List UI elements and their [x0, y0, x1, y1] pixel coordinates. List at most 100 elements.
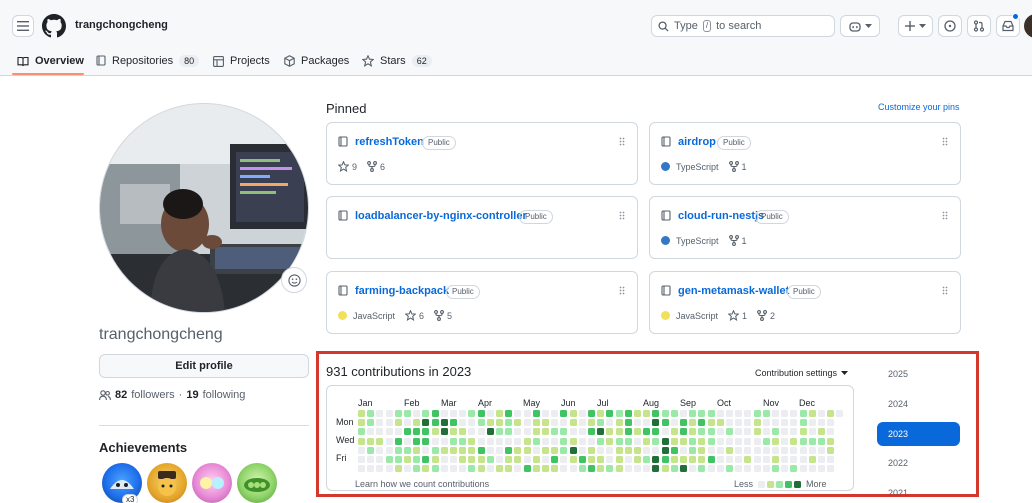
- contribution-day[interactable]: [588, 419, 595, 427]
- contribution-day[interactable]: [808, 410, 816, 417]
- contribution-day[interactable]: [569, 446, 577, 454]
- contribution-day[interactable]: [376, 437, 384, 445]
- contribution-day[interactable]: [698, 410, 706, 417]
- menu-icon[interactable]: [12, 15, 34, 37]
- contribution-day[interactable]: [560, 465, 568, 473]
- contribution-day[interactable]: [818, 428, 825, 436]
- repo-forks[interactable]: 2: [757, 310, 775, 321]
- contribution-day[interactable]: [716, 456, 724, 463]
- contribution-day[interactable]: [588, 446, 595, 454]
- contribution-day[interactable]: [689, 437, 697, 445]
- contribution-day[interactable]: [818, 446, 825, 454]
- contribution-day[interactable]: [670, 428, 678, 436]
- contribution-day[interactable]: [468, 419, 476, 427]
- contribution-day[interactable]: [440, 428, 448, 436]
- contribution-day[interactable]: [716, 446, 724, 454]
- contribution-day[interactable]: [634, 410, 641, 417]
- contribution-day[interactable]: [827, 456, 835, 463]
- contribution-day[interactable]: [551, 456, 559, 463]
- contribution-day[interactable]: [394, 428, 402, 436]
- contribution-day[interactable]: [744, 465, 752, 473]
- contribution-day[interactable]: [661, 428, 669, 436]
- contribution-day[interactable]: [606, 437, 614, 445]
- contribution-day[interactable]: [404, 456, 411, 463]
- contribution-day[interactable]: [762, 437, 770, 445]
- contribution-day[interactable]: [827, 437, 835, 445]
- contribution-day[interactable]: [624, 456, 632, 463]
- contribution-day[interactable]: [808, 419, 816, 427]
- edit-profile-button[interactable]: Edit profile: [99, 354, 309, 378]
- contribution-day[interactable]: [790, 437, 798, 445]
- contribution-day[interactable]: [450, 428, 457, 436]
- contribution-day[interactable]: [772, 410, 779, 417]
- contribution-day[interactable]: [634, 419, 641, 427]
- repo-name-link[interactable]: cloud-run-nestjs: [678, 210, 764, 222]
- contribution-day[interactable]: [588, 437, 595, 445]
- contribution-day[interactable]: [707, 446, 715, 454]
- contribution-day[interactable]: [744, 446, 752, 454]
- contribution-day[interactable]: [505, 437, 513, 445]
- profile-photo[interactable]: [99, 103, 309, 313]
- contribution-day[interactable]: [459, 456, 467, 463]
- drag-handle-icon[interactable]: [942, 211, 948, 220]
- contribution-day[interactable]: [790, 446, 798, 454]
- contribution-day[interactable]: [836, 410, 844, 417]
- contribution-day[interactable]: [827, 428, 835, 436]
- contribution-day[interactable]: [404, 410, 411, 417]
- repo-forks[interactable]: 1: [728, 161, 747, 172]
- year-2023[interactable]: 2023: [877, 422, 960, 446]
- contribution-day[interactable]: [670, 419, 678, 427]
- contribution-day[interactable]: [670, 465, 678, 473]
- contribution-day[interactable]: [716, 465, 724, 473]
- contribution-day[interactable]: [514, 446, 522, 454]
- contribution-day[interactable]: [358, 419, 365, 427]
- contribution-day[interactable]: [762, 410, 770, 417]
- contribution-day[interactable]: [799, 446, 807, 454]
- contribution-day[interactable]: [514, 437, 522, 445]
- tab-overview[interactable]: Overview: [17, 54, 84, 68]
- contribution-day[interactable]: [542, 465, 549, 473]
- tab-stars[interactable]: Stars 62: [362, 54, 432, 68]
- contribution-day[interactable]: [450, 437, 457, 445]
- contribution-day[interactable]: [652, 465, 660, 473]
- contribution-day[interactable]: [422, 437, 430, 445]
- contribution-day[interactable]: [450, 446, 457, 454]
- contribution-day[interactable]: [394, 456, 402, 463]
- contribution-day[interactable]: [615, 437, 623, 445]
- contribution-day[interactable]: [772, 428, 779, 436]
- contribution-day[interactable]: [404, 437, 411, 445]
- contribution-day[interactable]: [477, 419, 485, 427]
- contribution-day[interactable]: [440, 410, 448, 417]
- contribution-day[interactable]: [496, 410, 503, 417]
- contribution-day[interactable]: [450, 465, 457, 473]
- contribution-day[interactable]: [486, 446, 494, 454]
- contribution-day[interactable]: [680, 428, 687, 436]
- contribution-day[interactable]: [440, 419, 448, 427]
- contribution-day[interactable]: [753, 419, 761, 427]
- tab-repositories[interactable]: Repositories 80: [96, 54, 200, 68]
- contribution-day[interactable]: [772, 456, 779, 463]
- contribution-day[interactable]: [486, 428, 494, 436]
- contribution-day[interactable]: [790, 410, 798, 417]
- contribution-day[interactable]: [385, 428, 393, 436]
- contribution-day[interactable]: [597, 465, 605, 473]
- contribution-day[interactable]: [698, 419, 706, 427]
- contribution-day[interactable]: [762, 446, 770, 454]
- contribution-day[interactable]: [790, 419, 798, 427]
- contribution-day[interactable]: [496, 419, 503, 427]
- contribution-day[interactable]: [606, 419, 614, 427]
- contribution-day[interactable]: [376, 428, 384, 436]
- contribution-day[interactable]: [680, 456, 687, 463]
- contribution-day[interactable]: [505, 428, 513, 436]
- contribution-day[interactable]: [367, 437, 375, 445]
- contribution-day[interactable]: [431, 456, 439, 463]
- contribution-day[interactable]: [468, 437, 476, 445]
- drag-handle-icon[interactable]: [942, 137, 948, 146]
- contribution-day[interactable]: [477, 410, 485, 417]
- contribution-day[interactable]: [680, 437, 687, 445]
- contribution-day[interactable]: [615, 428, 623, 436]
- contribution-day[interactable]: [606, 465, 614, 473]
- contribution-day[interactable]: [643, 410, 651, 417]
- contribution-day[interactable]: [772, 437, 779, 445]
- contribution-day[interactable]: [569, 456, 577, 463]
